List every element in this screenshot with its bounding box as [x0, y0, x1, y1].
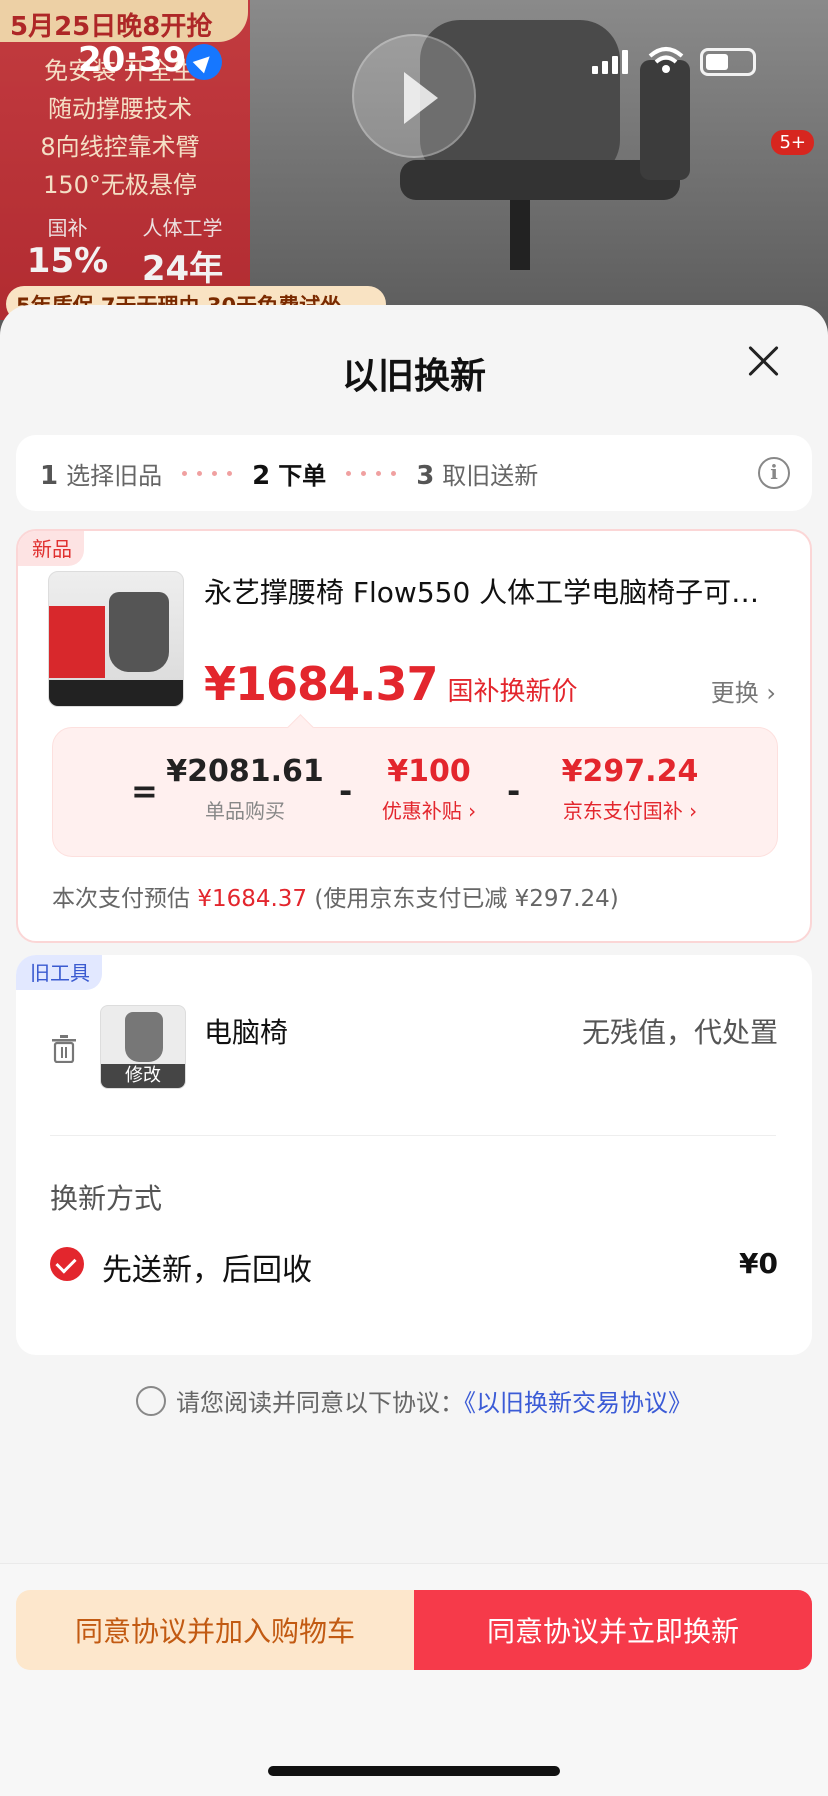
- close-icon[interactable]: [744, 341, 784, 381]
- video-play-button[interactable]: [352, 34, 476, 158]
- step-label: 取旧送新: [442, 461, 539, 490]
- product-name[interactable]: 永艺撑腰椅 Flow550 人体工学电脑椅子可…: [204, 571, 794, 611]
- agreement-radio[interactable]: [136, 1386, 166, 1416]
- promo-stat-label: 人体工学: [142, 216, 223, 240]
- step-label: 下单: [278, 461, 327, 490]
- notification-badge: 5+: [771, 130, 814, 155]
- unit-price-value: ¥2081.61: [166, 754, 324, 789]
- subsidy-label: 优惠补贴 ›: [381, 799, 477, 823]
- cellular-signal-icon: [592, 50, 628, 74]
- exchange-now-button[interactable]: 同意协议并立即换新: [414, 1590, 812, 1670]
- agreement-text: 请您阅读并同意以下协议：: [176, 1389, 464, 1417]
- info-icon[interactable]: i: [758, 457, 790, 489]
- step-number: 2: [252, 460, 271, 491]
- step-place-order: 2 下单: [252, 456, 326, 491]
- trade-in-sheet: 以旧换新 1 选择旧品 2 下单 3 取旧送新 i 新品 永艺撑腰椅 Flow5…: [0, 305, 828, 1796]
- progress-steps: 1 选择旧品 2 下单 3 取旧送新 i: [16, 435, 812, 511]
- wifi-icon: [648, 47, 684, 73]
- minus-sign: -: [339, 772, 353, 810]
- price-row: ¥1684.37 国补换新价: [204, 657, 578, 711]
- exchange-method-title: 换新方式: [50, 1182, 163, 1215]
- payment-estimate-prefix: 本次支付预估: [52, 886, 190, 912]
- sheet-title: 以旧换新: [341, 356, 486, 397]
- minus-sign: -: [507, 772, 521, 810]
- bottom-action-bar: 同意协议并加入购物车 同意协议并立即换新: [0, 1563, 828, 1796]
- old-item-tag: 旧工具: [16, 955, 102, 990]
- step-collect-deliver: 3 取旧送新: [416, 456, 538, 491]
- promo-stat: 国补 15%: [10, 212, 125, 290]
- exchange-method-price: ¥0: [739, 1247, 778, 1280]
- location-arrow-icon: [186, 44, 222, 80]
- add-to-cart-button[interactable]: 同意协议并加入购物车: [16, 1590, 414, 1670]
- promo-stats: 国补 15% 人体工学 24年: [10, 212, 240, 290]
- old-item-name: 电脑椅: [204, 1016, 289, 1049]
- product-thumbnail[interactable]: [48, 571, 184, 707]
- trash-icon[interactable]: [52, 1035, 76, 1063]
- step-connector: [182, 470, 233, 476]
- promo-stat: 人体工学 24年: [125, 212, 240, 290]
- trade-in-price: ¥1684.37: [204, 657, 439, 711]
- old-item-card: 旧工具 修改 电脑椅 无残值，代处置 换新方式 先送新，后回收 ¥0: [16, 955, 812, 1355]
- new-product-card: 新品 永艺撑腰椅 Flow550 人体工学电脑椅子可… ¥1684.37 国补换…: [16, 529, 812, 943]
- promo-stat-value: 24年: [141, 249, 224, 289]
- jd-pay-subsidy-label: 京东支付国补 ›: [562, 799, 698, 823]
- unit-price-label: 单品购买: [205, 799, 285, 823]
- battery-icon: [700, 48, 756, 76]
- edit-old-item-button[interactable]: 修改: [101, 1064, 185, 1088]
- agreement-row: 请您阅读并同意以下协议：《以旧换新交易协议》: [0, 1383, 828, 1419]
- agreement-link[interactable]: 《以旧换新交易协议》: [464, 1389, 692, 1417]
- equals-sign: =: [131, 772, 158, 810]
- step-connector: [346, 470, 397, 476]
- price-breakdown: = ¥2081.61 单品购买 - ¥100 优惠补贴 › - ¥297.24 …: [52, 727, 778, 857]
- promo-stat-value: 15%: [26, 241, 109, 281]
- old-item-thumbnail[interactable]: 修改: [100, 1005, 186, 1089]
- change-product-link[interactable]: 更换 ›: [711, 673, 776, 708]
- jd-pay-subsidy-value: ¥297.24: [561, 754, 699, 789]
- promo-banner: 5月25日晚8开抢: [0, 0, 248, 42]
- price-note: 国补换新价: [447, 677, 578, 707]
- subsidy-item[interactable]: ¥100 优惠补贴 ›: [359, 754, 499, 824]
- old-item-value: 无残值，代处置: [581, 1016, 778, 1049]
- jd-pay-subsidy-item[interactable]: ¥297.24 京东支付国补 ›: [525, 754, 735, 824]
- step-label: 选择旧品: [66, 461, 163, 490]
- step-number: 3: [416, 460, 435, 491]
- step-select-old: 1 选择旧品: [40, 456, 162, 491]
- promo-stat-label: 国补: [47, 216, 88, 240]
- check-circle-icon[interactable]: [50, 1247, 84, 1281]
- subsidy-value: ¥100: [387, 754, 471, 789]
- exchange-method-option[interactable]: 先送新，后回收: [102, 1245, 312, 1289]
- payment-estimate-amount: ¥1684.37: [197, 886, 308, 912]
- status-time: 20:39: [78, 40, 187, 80]
- promo-feature: 8向线控靠术臂: [40, 133, 200, 161]
- promo-feature: 随动撑腰技术: [48, 95, 192, 123]
- payment-estimate-suffix: (使用京东支付已减 ¥297.24): [314, 886, 619, 912]
- unit-price-item: ¥2081.61 单品购买: [165, 754, 325, 824]
- home-indicator: [268, 1766, 560, 1776]
- new-item-tag: 新品: [18, 531, 84, 566]
- step-number: 1: [40, 460, 59, 491]
- promo-feature: 150°无极悬停: [43, 171, 197, 199]
- divider: [50, 1135, 776, 1136]
- payment-estimate: 本次支付预估 ¥1684.37 (使用京东支付已减 ¥297.24): [52, 879, 619, 913]
